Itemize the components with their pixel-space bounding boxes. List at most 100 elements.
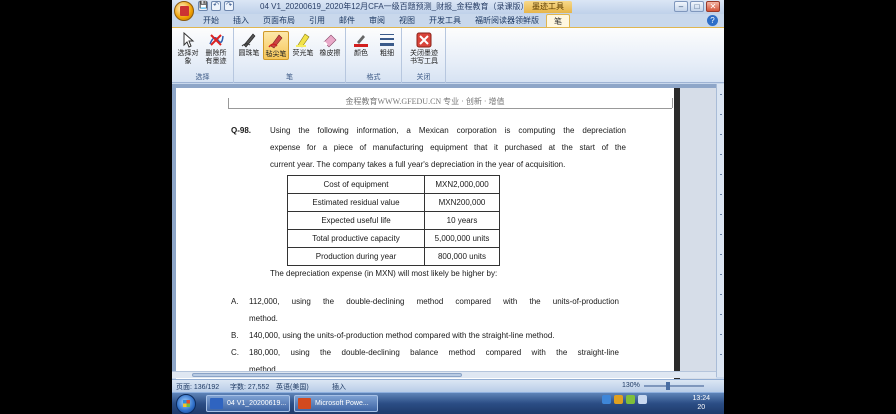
- line-thickness-icon: [380, 34, 394, 46]
- maximize-button[interactable]: □: [690, 1, 704, 12]
- table-label: Production during year: [287, 247, 425, 266]
- zoom-slider-handle[interactable]: [666, 382, 670, 390]
- option-b-line-1: 140,000, using the units-of-production m…: [249, 331, 555, 340]
- language-indicator[interactable]: 英语(美国): [276, 382, 309, 392]
- ballpoint-pen-icon: [241, 33, 256, 48]
- system-tray: [602, 395, 647, 404]
- header-rule: [228, 108, 672, 109]
- tab-mailings[interactable]: 邮件: [332, 14, 362, 27]
- group-format: 颜色 粗细 格式: [346, 28, 402, 83]
- office-logo-icon: [180, 6, 189, 16]
- ballpoint-pen-button[interactable]: 圆珠笔: [236, 31, 262, 58]
- option-a-letter: A.: [231, 297, 239, 306]
- powerpoint-app-icon: [298, 398, 311, 409]
- table-value: MXN2,000,000: [424, 175, 500, 194]
- highlighter-icon: [296, 33, 310, 48]
- table-row: Expected useful life 10 years: [287, 211, 500, 230]
- status-bar: 页面: 136/192 字数: 27,552 英语(美国) 插入 130%: [172, 379, 724, 392]
- question-stem: The depreciation expense (in MXN) will m…: [270, 269, 498, 278]
- erase-ink-icon: [209, 34, 224, 46]
- table-label: Cost of equipment: [287, 175, 425, 194]
- vertical-ruler: [716, 84, 724, 377]
- ink-color-icon: [354, 35, 368, 47]
- taskbar-powerpoint[interactable]: Microsoft Powe...: [294, 395, 378, 412]
- table-row: Estimated residual value MXN200,000: [287, 193, 500, 212]
- intro-line-3: current year. The company takes a full y…: [270, 160, 566, 169]
- group-close-label: 关闭: [416, 74, 431, 81]
- tab-insert[interactable]: 插入: [226, 14, 256, 27]
- clock-time: 13:24: [692, 395, 710, 402]
- page-header: 金程教育WWW.GFEDU.CN 专业 · 创新 · 增值: [345, 97, 505, 106]
- minimize-button[interactable]: –: [674, 1, 688, 12]
- group-select: 选择对象 删除所有墨迹 选择: [172, 28, 234, 83]
- help-icon[interactable]: ?: [707, 15, 718, 26]
- tray-app-icon[interactable]: [614, 395, 623, 404]
- tab-view[interactable]: 视图: [392, 14, 422, 27]
- tab-pen[interactable]: 笔: [546, 14, 570, 27]
- title-bar: 💾 ↶ ↷ 04 V1_20200619_2020年12月CFA一级百题预测_财…: [172, 0, 724, 14]
- option-b-letter: B.: [231, 331, 239, 340]
- delete-all-ink-button[interactable]: 删除所有墨迹: [203, 31, 229, 66]
- taskbar-clock[interactable]: 13:24 20: [692, 394, 710, 412]
- tab-home[interactable]: 开始: [196, 14, 226, 27]
- option-a-line-1: 112,000, using the double-declining meth…: [249, 297, 619, 306]
- taskbar: 04 V1_20200619... Microsoft Powe... 13:2…: [172, 392, 724, 414]
- document-margin: [680, 88, 716, 388]
- close-red-x-icon: [416, 32, 432, 48]
- tray-network-icon[interactable]: [602, 395, 611, 404]
- group-pen-label: 笔: [286, 74, 293, 81]
- tray-security-icon[interactable]: [626, 395, 635, 404]
- zoom-level[interactable]: 130%: [622, 382, 640, 389]
- table-value: MXN200,000: [424, 193, 500, 212]
- tab-references[interactable]: 引用: [302, 14, 332, 27]
- tab-foxit-reader[interactable]: 福昕阅读器领鲜版: [468, 14, 546, 27]
- ribbon: 选择对象 删除所有墨迹 选择 圆珠笔 毡尖笔 荧光笔 橡皮擦 笔 颜色 粗细 格…: [172, 27, 724, 83]
- tab-page-layout[interactable]: 页面布局: [256, 14, 302, 27]
- group-format-label: 格式: [366, 74, 381, 81]
- save-icon[interactable]: 💾: [198, 1, 208, 11]
- windows-logo-icon: [183, 400, 190, 407]
- table-row: Cost of equipment MXN2,000,000: [287, 175, 500, 194]
- option-c-line-1: 180,000, using the double-declining bala…: [249, 348, 619, 357]
- word-count[interactable]: 字数: 27,552: [230, 382, 269, 392]
- highlighter-button[interactable]: 荧光笔: [290, 31, 316, 58]
- ink-color-button[interactable]: 颜色: [348, 31, 374, 58]
- document-page[interactable]: 金程教育WWW.GFEDU.CN 专业 · 创新 · 增值 Q-98. Usin…: [176, 88, 674, 388]
- felt-tip-pen-icon: [268, 34, 283, 49]
- scrollbar-thumb[interactable]: [192, 373, 462, 377]
- select-objects-button[interactable]: 选择对象: [175, 31, 201, 66]
- table-row: Total productive capacity 5,000,000 unit…: [287, 229, 500, 248]
- table-label: Estimated residual value: [287, 193, 425, 212]
- table-value: 5,000,000 units: [424, 229, 500, 248]
- question-number: Q-98.: [231, 126, 252, 135]
- table-value: 800,000 units: [424, 247, 500, 266]
- redo-icon[interactable]: ↷: [224, 1, 234, 11]
- close-button[interactable]: ✕: [706, 1, 720, 12]
- taskbar-word[interactable]: 04 V1_20200619...: [206, 395, 290, 412]
- table-label: Expected useful life: [287, 211, 425, 230]
- eraser-button[interactable]: 橡皮擦: [317, 31, 343, 58]
- horizontal-scrollbar[interactable]: [172, 371, 716, 378]
- pointer-arrow-icon: [183, 32, 195, 48]
- ink-thickness-button[interactable]: 粗细: [374, 31, 400, 58]
- page-count[interactable]: 页面: 136/192: [176, 382, 219, 392]
- close-ink-tools-button[interactable]: 关闭墨迹书写工具: [408, 31, 440, 66]
- quick-access-toolbar: 💾 ↶ ↷: [198, 1, 234, 11]
- zoom-slider[interactable]: [644, 385, 704, 387]
- table-label: Total productive capacity: [287, 229, 425, 248]
- tab-developer[interactable]: 开发工具: [422, 14, 468, 27]
- undo-icon[interactable]: ↶: [211, 1, 221, 11]
- group-select-label: 选择: [195, 74, 210, 81]
- felt-tip-pen-button[interactable]: 毡尖笔: [263, 31, 289, 60]
- office-button[interactable]: [174, 1, 194, 21]
- tray-volume-icon[interactable]: [638, 395, 647, 404]
- intro-line-2: expense for a piece of manufacturing equ…: [270, 143, 626, 152]
- document-area: 金程教育WWW.GFEDU.CN 专业 · 创新 · 增值 Q-98. Usin…: [172, 84, 716, 388]
- intro-line-1: Using the following information, a Mexic…: [270, 126, 626, 135]
- table-row: Production during year 800,000 units: [287, 247, 500, 266]
- insert-mode[interactable]: 插入: [332, 382, 346, 392]
- word-window: 💾 ↶ ↷ 04 V1_20200619_2020年12月CFA一级百题预测_财…: [172, 0, 724, 414]
- tab-review[interactable]: 审阅: [362, 14, 392, 27]
- window-title: 04 V1_20200619_2020年12月CFA一级百题预测_财报_金程教育…: [260, 2, 566, 11]
- start-button[interactable]: [176, 394, 196, 414]
